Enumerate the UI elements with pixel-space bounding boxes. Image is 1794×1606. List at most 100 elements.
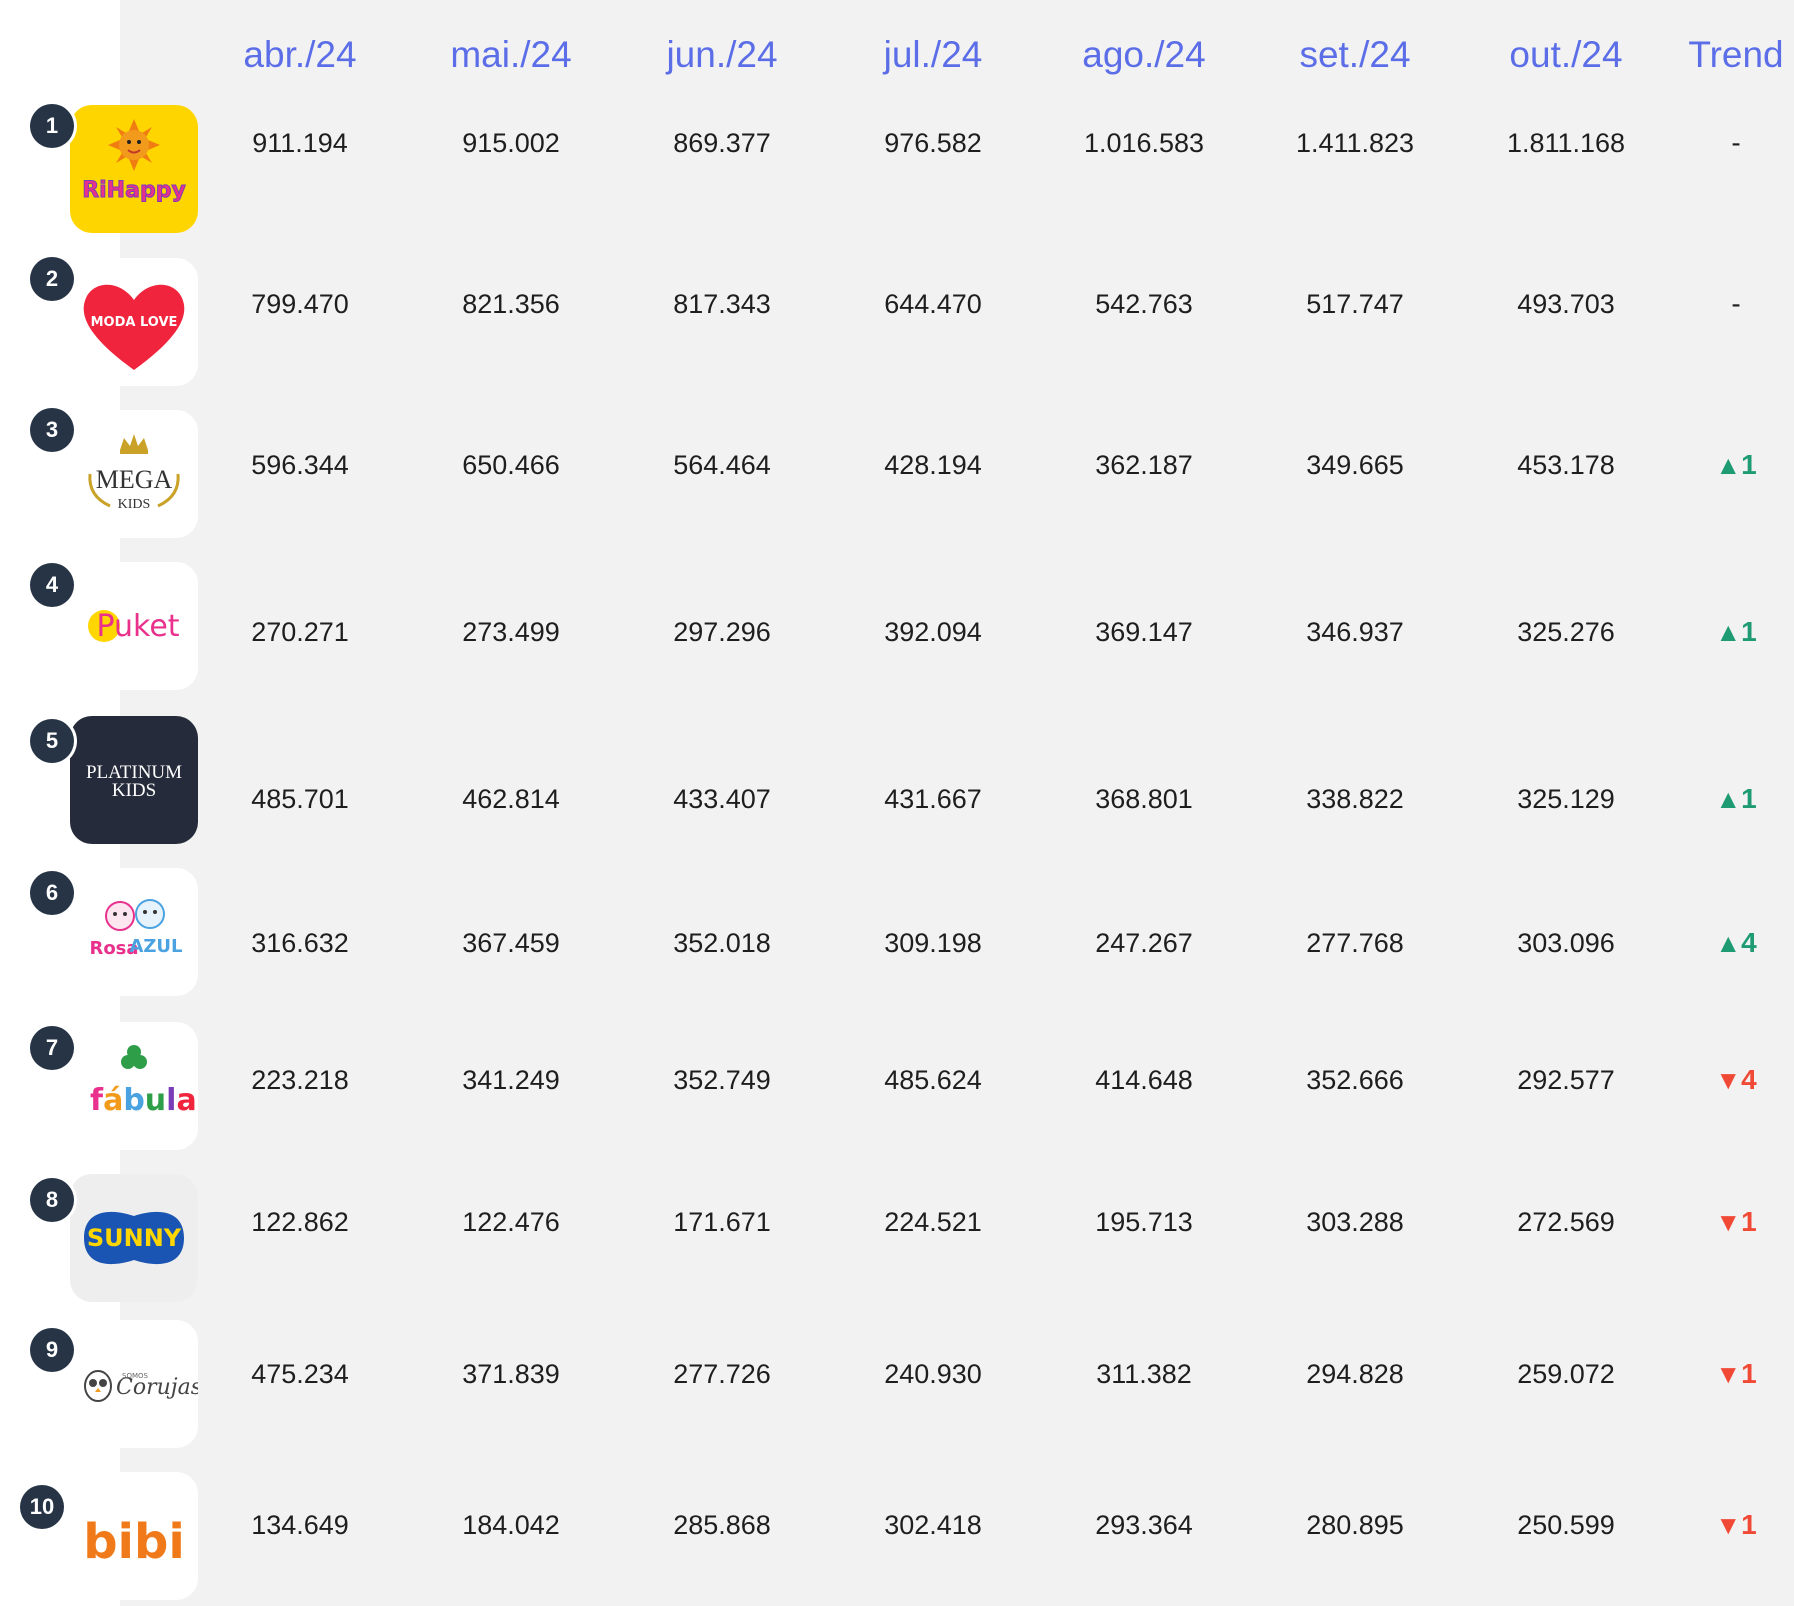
table-cell: 325.276	[1517, 617, 1615, 647]
rank-badge: 2	[30, 257, 74, 301]
trend-cell: -	[1681, 289, 1791, 319]
table-cell: 911.194	[252, 128, 348, 158]
column-header: jul./24	[883, 34, 983, 75]
table-cell: 1.411.823	[1295, 128, 1415, 158]
triangle-up-icon: ▲	[1715, 784, 1742, 814]
table-cell: 224.521	[884, 1207, 982, 1237]
table-cell: 352.666	[1306, 1065, 1404, 1095]
trend-value: 1	[1741, 1206, 1757, 1237]
rank-badge: 1	[30, 104, 74, 148]
table-cell: 247.267	[1095, 928, 1193, 958]
table-cell: 368.801	[1095, 784, 1193, 814]
table-cell: 817.343	[673, 289, 771, 319]
trend-column-header: Trend	[1688, 34, 1784, 75]
table-cell: 392.094	[884, 617, 982, 647]
column-header: jun./24	[666, 34, 778, 75]
table-cell: 542.763	[1095, 289, 1193, 319]
svg-text:Corujas: Corujas	[116, 1375, 198, 1400]
table-cell: 292.577	[1517, 1065, 1615, 1095]
table-cell: 428.194	[884, 450, 982, 480]
triangle-down-icon: ▼	[1715, 1207, 1742, 1237]
fabula-logo-icon: fábula	[70, 1022, 198, 1150]
table-cell: 285.868	[673, 1510, 771, 1540]
table-cell: 270.271	[251, 617, 349, 647]
table-cell: 171.671	[673, 1207, 771, 1237]
table-cell: 302.418	[884, 1510, 982, 1540]
table-cell: 493.703	[1517, 289, 1615, 319]
table-cell: 433.407	[673, 784, 771, 814]
triangle-up-icon: ▲	[1715, 617, 1742, 647]
trend-value: 1	[1741, 449, 1757, 480]
rank-badge: 5	[30, 719, 74, 763]
table-cell: 311.382	[1096, 1359, 1192, 1389]
triangle-down-icon: ▼	[1715, 1065, 1742, 1095]
triangle-up-icon: ▲	[1715, 928, 1742, 958]
table-cell: 976.582	[884, 128, 982, 158]
table-cell: 462.814	[462, 784, 560, 814]
svg-text:fábula: fábula	[90, 1083, 197, 1118]
table-cell: 195.713	[1095, 1207, 1193, 1237]
triangle-down-icon: ▼	[1715, 1510, 1742, 1540]
table-cell: 371.839	[462, 1359, 560, 1389]
table-cell: 309.198	[884, 928, 982, 958]
trend-value: 1	[1741, 783, 1757, 814]
table-cell: 303.288	[1306, 1207, 1404, 1237]
trend-value: 1	[1741, 1509, 1757, 1540]
table-cell: 369.147	[1095, 617, 1193, 647]
table-cell: 272.569	[1517, 1207, 1615, 1237]
table-cell: 325.129	[1517, 784, 1615, 814]
rank-badge: 8	[30, 1178, 74, 1222]
table-cell: 915.002	[462, 128, 560, 158]
table-cell: 431.667	[884, 784, 982, 814]
triangle-up-icon: ▲	[1715, 450, 1742, 480]
somos-corujas-logo-icon: SOMOS Corujas	[70, 1320, 198, 1448]
trend-cell: ▼4	[1681, 1065, 1791, 1096]
trend-value: 4	[1741, 927, 1757, 958]
table-cell: 273.499	[462, 617, 560, 647]
table-cell: 259.072	[1517, 1359, 1615, 1389]
table-cell: 280.895	[1306, 1510, 1404, 1540]
table-cell: 134.649	[251, 1510, 349, 1540]
table-cell: 1.016.583	[1083, 128, 1205, 158]
rank-badge: 9	[30, 1328, 74, 1372]
trend-cell: -	[1681, 128, 1791, 158]
moda-love-logo-icon: MODA LOVE	[70, 258, 198, 386]
bibi-logo-icon: bibi	[70, 1472, 198, 1600]
table-cell: 294.828	[1306, 1359, 1404, 1389]
trend-cell: ▲1	[1681, 616, 1791, 648]
trend-value: 1	[1741, 616, 1757, 647]
table-cell: 122.862	[251, 1207, 349, 1237]
table-cell: 338.822	[1306, 784, 1404, 814]
table-cell: 821.356	[462, 289, 560, 319]
rank-badge: 4	[30, 563, 74, 607]
column-header: mai./24	[450, 34, 572, 75]
table-cell: 293.364	[1095, 1510, 1193, 1540]
table-cell: 362.187	[1095, 450, 1193, 480]
table-cell: 475.234	[251, 1359, 349, 1389]
rank-badge: 3	[30, 408, 74, 452]
rank-badge: 6	[30, 871, 74, 915]
mega-kids-logo-icon: MEGA KIDS	[70, 410, 198, 538]
table-cell: 869.377	[673, 128, 771, 158]
table-cell: 346.937	[1306, 617, 1404, 647]
puket-logo-icon: Puket	[70, 562, 198, 690]
platinum-kids-logo-icon: PLATINUM KIDS	[70, 716, 198, 844]
trend-cell: ▼1	[1681, 1206, 1791, 1238]
table-cell: 341.249	[462, 1065, 560, 1095]
table-cell: 564.464	[673, 450, 771, 480]
svg-text:KIDS: KIDS	[118, 497, 151, 512]
table-cell: 349.665	[1306, 450, 1404, 480]
table-cell: 367.459	[462, 928, 560, 958]
svg-text:RiHappy: RiHappy	[82, 178, 186, 203]
triangle-down-icon: ▼	[1715, 1359, 1742, 1389]
table-cell: 596.344	[251, 450, 349, 480]
svg-text:MODA LOVE: MODA LOVE	[91, 315, 178, 330]
table-cell: 277.768	[1306, 928, 1404, 958]
trend-value: -	[1731, 288, 1741, 319]
sunny-logo-icon: SUNNY	[70, 1174, 198, 1302]
table-cell: 223.218	[251, 1065, 349, 1095]
rank-badge: 7	[30, 1026, 74, 1070]
table-cell: 644.470	[884, 289, 982, 319]
table-cell: 303.096	[1517, 928, 1615, 958]
table-cell: 799.470	[251, 289, 349, 319]
